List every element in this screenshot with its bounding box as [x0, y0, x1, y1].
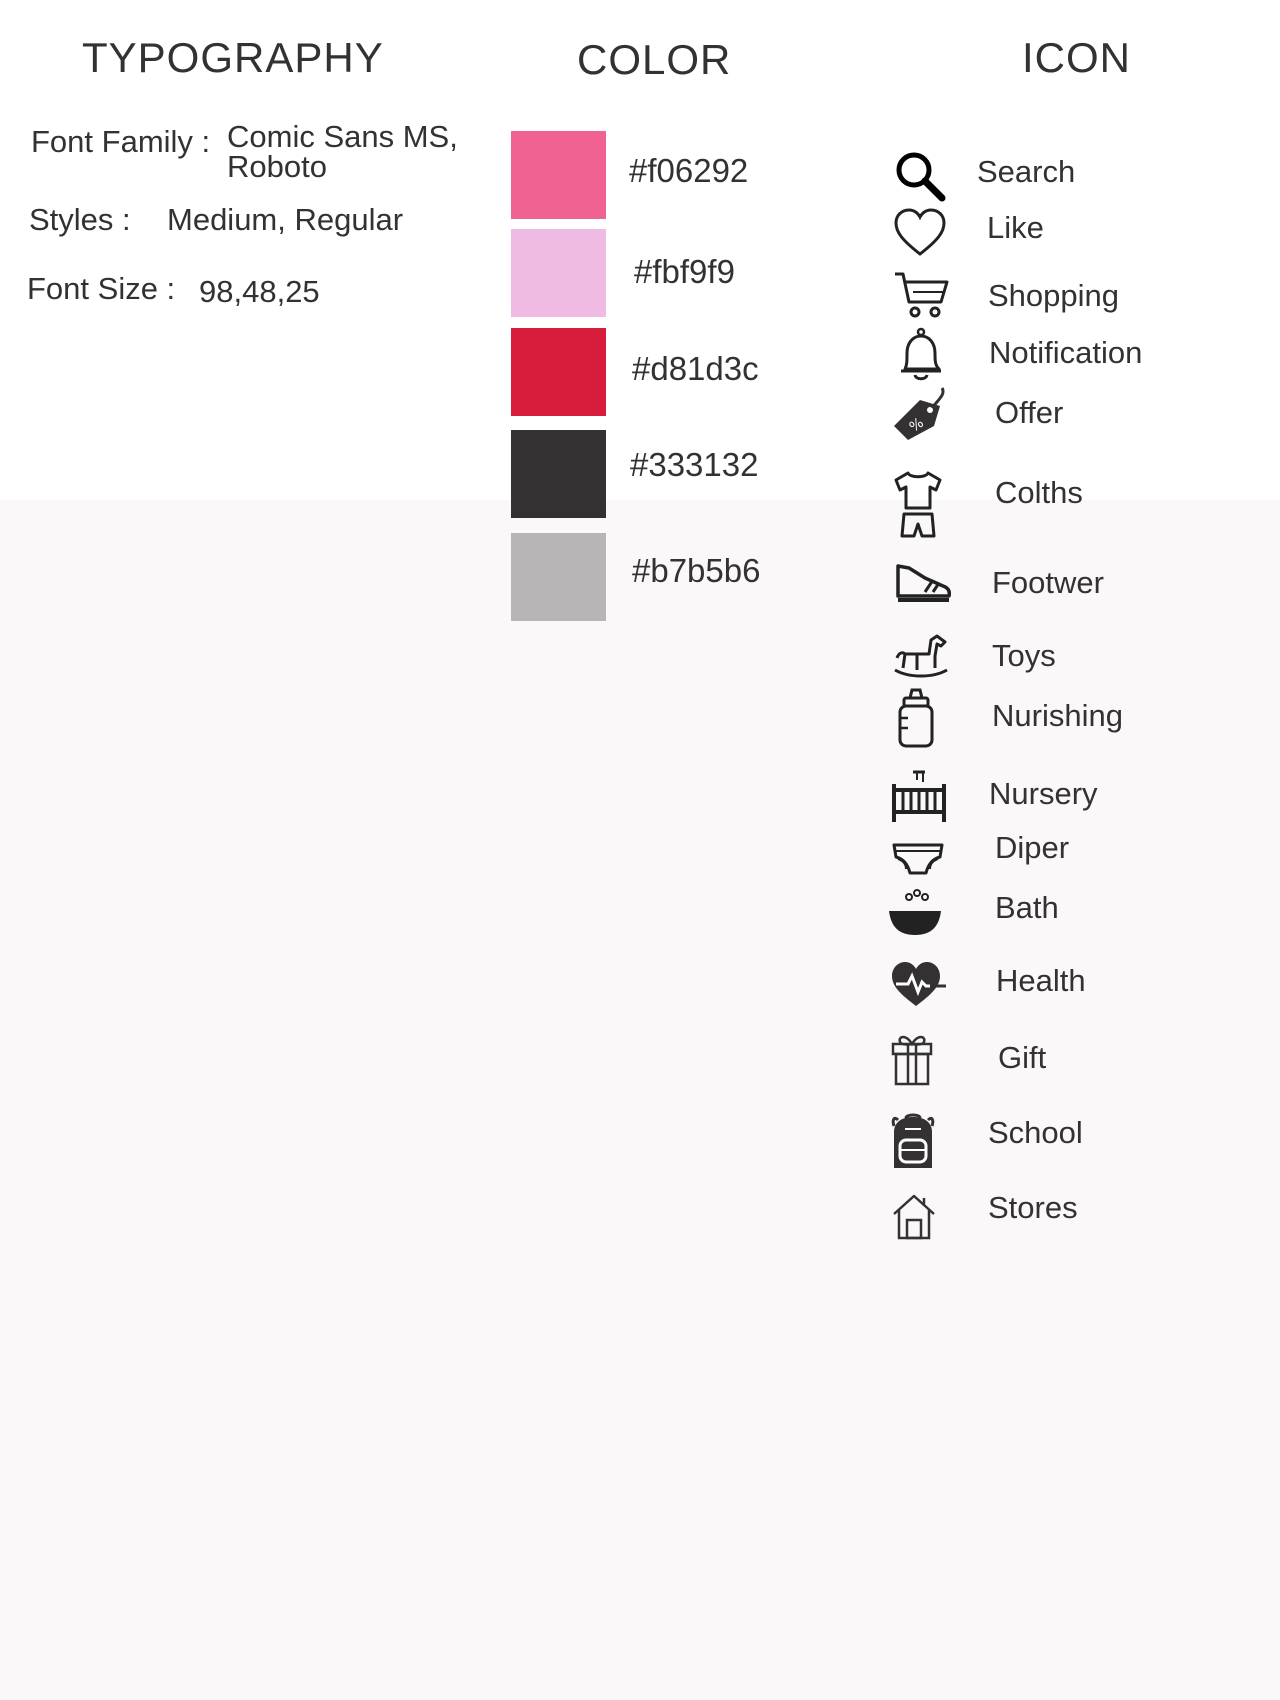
- typography-title: TYPOGRAPHY: [82, 34, 384, 81]
- clothes-icon: [890, 470, 946, 538]
- rocking-horse-icon: [893, 626, 949, 682]
- color-hex-label: #333132: [630, 446, 759, 483]
- icon-label: Gift: [998, 1040, 1047, 1075]
- icon-label: School: [988, 1115, 1083, 1150]
- color-swatch: [511, 533, 606, 621]
- color-swatch: [511, 430, 606, 518]
- crib-icon: [891, 768, 947, 824]
- icon-title: ICON: [1022, 34, 1131, 81]
- bell-icon: [893, 327, 949, 383]
- icon-label: Search: [977, 154, 1076, 189]
- color-swatch: [511, 131, 606, 219]
- icon-label: Toys: [992, 638, 1056, 673]
- font-family-label: Font Family :: [31, 124, 211, 159]
- heartbeat-icon: [890, 958, 946, 1014]
- search-icon: [892, 148, 948, 204]
- icon-label: Nursery: [989, 776, 1098, 811]
- icon-label: Bath: [995, 890, 1059, 925]
- font-family-value-line2: Roboto: [227, 149, 327, 184]
- bathtub-icon: [887, 887, 943, 943]
- cart-icon: [893, 268, 949, 324]
- font-family-value-line1: Comic Sans MS,: [227, 119, 458, 154]
- icon-label: Shopping: [988, 278, 1120, 313]
- diaper-icon: [890, 835, 946, 891]
- color-swatch: [511, 229, 606, 317]
- color-swatch: [511, 328, 606, 416]
- icon-label: Health: [996, 963, 1086, 998]
- icon-label: Offer: [995, 395, 1064, 430]
- styles-value: Medium, Regular: [167, 202, 404, 237]
- gift-icon: [890, 1032, 934, 1088]
- icon-label: Like: [987, 210, 1044, 245]
- icon-label: Colths: [995, 475, 1083, 510]
- font-size-label: Font Size :: [27, 271, 176, 306]
- shoe-icon: [895, 556, 951, 612]
- font-size-value: 98,48,25: [199, 274, 320, 309]
- color-hex-label: #d81d3c: [632, 350, 759, 387]
- heart-icon: [892, 206, 948, 262]
- baby-bottle-icon: [888, 688, 944, 748]
- icon-label: Footwer: [992, 565, 1104, 600]
- icon-label: Notification: [989, 335, 1143, 370]
- color-hex-label: #b7b5b6: [632, 552, 761, 589]
- tag-icon: %: [890, 386, 946, 442]
- color-hex-label: #f06292: [629, 152, 749, 189]
- icon-label: Stores: [988, 1190, 1078, 1225]
- color-hex-label: #fbf9f9: [634, 253, 735, 290]
- house-icon: [890, 1192, 938, 1240]
- styles-label: Styles :: [29, 202, 131, 237]
- color-title: COLOR: [577, 36, 732, 83]
- icon-label: Diper: [995, 830, 1070, 865]
- backpack-icon: [890, 1112, 936, 1172]
- icon-label: Nurishing: [992, 698, 1123, 733]
